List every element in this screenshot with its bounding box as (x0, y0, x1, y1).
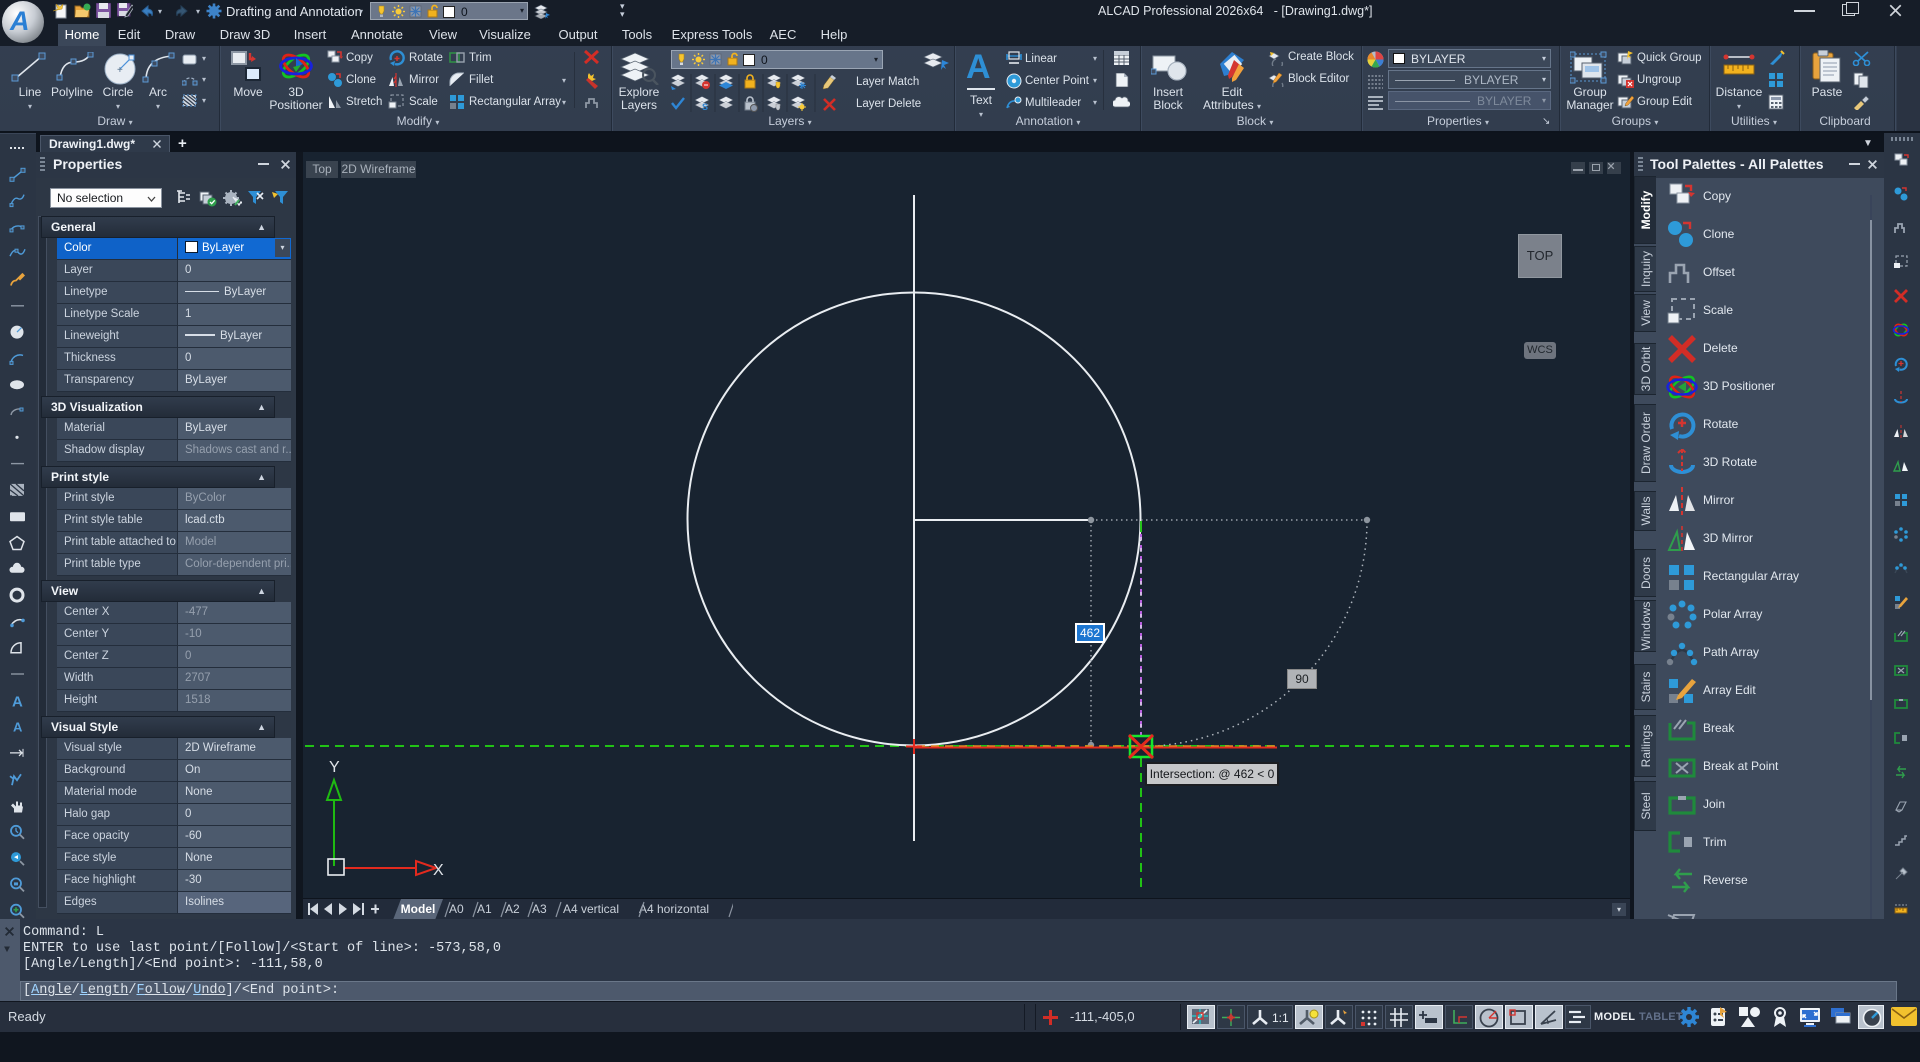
svg-text:X: X (433, 862, 444, 879)
svg-text:A: A (13, 720, 23, 735)
svg-text:+: + (117, 65, 123, 76)
svg-text:S: S (702, 102, 708, 112)
svg-text:A: A (12, 693, 23, 710)
svg-text:Y: Y (329, 759, 340, 776)
